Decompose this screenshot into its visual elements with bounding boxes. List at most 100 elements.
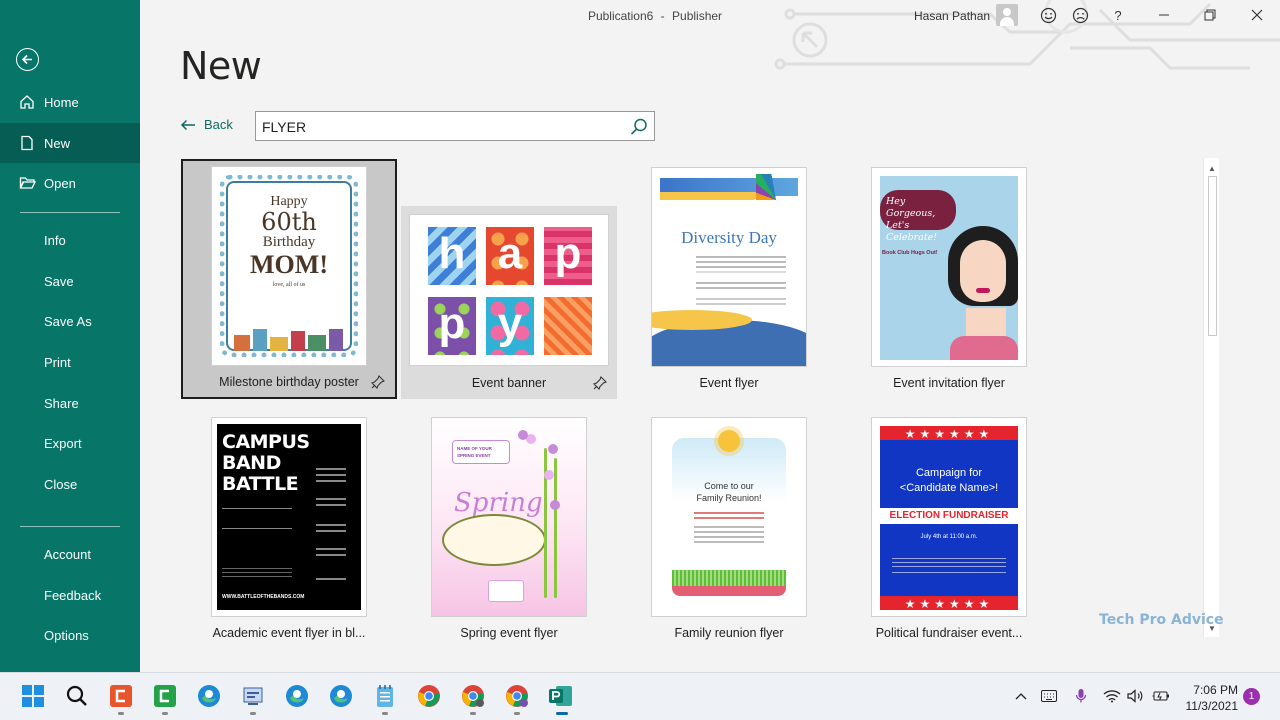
restore-icon[interactable] <box>1196 4 1224 26</box>
sidebar-item-label: Feedback <box>44 587 102 603</box>
back-arrow-icon[interactable] <box>16 48 39 71</box>
template-tile[interactable]: Happy 60th Birthday MOM! love, all of us… <box>181 159 397 399</box>
sidebar-item-home[interactable]: Home <box>0 82 140 122</box>
app-icon[interactable] <box>240 683 266 709</box>
clock-time: 7:06 PM <box>1193 683 1238 697</box>
publisher-icon[interactable] <box>548 683 574 709</box>
pin-icon[interactable] <box>593 376 607 390</box>
scrollbar-thumb[interactable] <box>1208 176 1217 336</box>
taskbar-clock[interactable]: 7:06 PM 11/3/2021 <box>1180 682 1239 714</box>
thumb-text: Let's Celebrate! <box>886 220 938 243</box>
sidebar-item-label: Export <box>44 435 82 451</box>
app-name: Publisher <box>672 9 723 23</box>
frown-icon[interactable] <box>1070 4 1090 26</box>
notification-badge[interactable]: 1 <box>1243 688 1260 705</box>
thumb-text: Birthday <box>262 233 316 250</box>
thumb-text: h <box>428 227 476 285</box>
avatar[interactable] <box>996 4 1018 26</box>
running-indicator <box>162 712 168 715</box>
back-arrow-icon <box>180 119 195 130</box>
template-tile[interactable]: h a p p y Event banner <box>401 206 617 399</box>
chevron-up-icon[interactable] <box>1012 687 1030 705</box>
running-indicator <box>382 712 388 715</box>
template-tile[interactable]: Come to our Family Reunion! Family reuni… <box>621 410 837 650</box>
sidebar-item-options[interactable]: Options <box>0 615 140 655</box>
app-icon[interactable] <box>152 683 178 709</box>
page-title: New <box>180 44 262 88</box>
microphone-icon[interactable] <box>1072 687 1090 705</box>
sidebar-divider <box>20 526 120 527</box>
template-tile[interactable]: Diversity Day Event flyer <box>621 160 837 400</box>
sidebar-item-label: Save <box>44 273 74 289</box>
pin-icon[interactable] <box>371 375 385 389</box>
edge-icon[interactable] <box>196 683 222 709</box>
thumb-text: p <box>428 297 476 355</box>
sidebar-item-account[interactable]: Account <box>0 534 140 574</box>
notepad-icon[interactable] <box>372 683 398 709</box>
template-label: Family reunion flyer <box>674 626 784 640</box>
sidebar-item-export[interactable]: Export <box>0 423 140 463</box>
running-indicator <box>250 712 256 715</box>
sidebar-item-label: Account <box>44 546 91 562</box>
thumb-text: love, all of us <box>272 281 306 288</box>
thumb-text: CAMPUS <box>222 431 310 453</box>
sidebar-item-save[interactable]: Save <box>0 261 140 301</box>
keyboard-icon[interactable] <box>1040 687 1058 705</box>
app-icon[interactable] <box>108 683 134 709</box>
sidebar-item-close[interactable]: Close <box>0 464 140 504</box>
template-thumbnail: NAME OF YOUR SPRING EVENT Spring <box>431 417 587 617</box>
template-tile[interactable]: ★★★★★★ ★★★★★★ Campaign for <Candidate Na… <box>841 410 1057 650</box>
template-label: Event banner <box>471 376 547 390</box>
sidebar-item-print[interactable]: Print <box>0 342 140 382</box>
sidebar-item-label: Info <box>44 232 66 248</box>
close-icon[interactable] <box>1243 4 1271 26</box>
help-button[interactable]: ? <box>1108 4 1128 26</box>
document-name: Publication6 <box>587 9 654 23</box>
template-list-scrollbar[interactable]: ▲ ▼ <box>1203 158 1219 637</box>
running-indicator <box>514 712 520 715</box>
sidebar-item-label: New <box>44 135 71 151</box>
template-tile[interactable]: NAME OF YOUR SPRING EVENT Spring Spring … <box>401 410 617 650</box>
scroll-up-icon[interactable]: ▲ <box>1204 160 1220 176</box>
sidebar-item-feedback[interactable]: Feedback <box>0 575 140 615</box>
folder-open-icon <box>18 174 36 192</box>
template-thumbnail: Hey Gorgeous, Let's Celebrate! Book Club… <box>871 167 1027 367</box>
windows-start-icon[interactable] <box>20 683 46 709</box>
edge-icon[interactable] <box>328 683 354 709</box>
chrome-icon[interactable] <box>460 683 486 709</box>
template-search-box[interactable] <box>255 111 655 141</box>
sidebar-item-label: Print <box>44 354 71 370</box>
search-icon[interactable] <box>64 683 90 709</box>
taskbar: 7:06 PM 11/3/2021 1 <box>0 672 1280 720</box>
thumb-text: Campaign for <box>915 467 983 479</box>
volume-icon[interactable] <box>1127 687 1145 705</box>
minimize-icon[interactable] <box>1150 4 1178 26</box>
edge-icon[interactable] <box>284 683 310 709</box>
sidebar-item-new[interactable]: New <box>0 123 140 163</box>
thumb-text: July 4th at 11:00 a.m. <box>920 534 978 540</box>
sidebar-item-open[interactable]: Open <box>0 163 140 203</box>
template-label: Spring event flyer <box>460 626 558 640</box>
thumb-text: 60th <box>261 207 317 236</box>
running-indicator <box>118 712 124 715</box>
sidebar-item-save-as[interactable]: Save As <box>0 301 140 341</box>
search-icon[interactable] <box>629 117 649 137</box>
running-indicator <box>470 712 476 715</box>
sidebar-item-info[interactable]: Info <box>0 220 140 260</box>
smile-icon[interactable] <box>1038 4 1058 26</box>
sidebar-item-share[interactable]: Share <box>0 383 140 423</box>
active-indicator <box>556 712 568 715</box>
chrome-icon[interactable] <box>416 683 442 709</box>
search-input[interactable] <box>262 117 622 137</box>
new-document-icon <box>18 134 36 152</box>
template-thumbnail: ★★★★★★ ★★★★★★ Campaign for <Candidate Na… <box>871 417 1027 617</box>
wifi-icon[interactable] <box>1103 687 1121 705</box>
chrome-icon[interactable] <box>504 683 530 709</box>
user-name[interactable]: Hasan Pathan <box>914 9 990 23</box>
template-tile[interactable]: Hey Gorgeous, Let's Celebrate! Book Club… <box>841 160 1057 400</box>
template-label: Milestone birthday poster <box>219 375 359 389</box>
back-button[interactable]: Back <box>180 117 233 132</box>
title-separator: - <box>660 9 665 23</box>
template-tile[interactable]: CAMPUS BAND BATTLE WWW.BATTLEOFTHEBANDS.… <box>181 410 397 650</box>
battery-icon[interactable] <box>1152 687 1170 705</box>
